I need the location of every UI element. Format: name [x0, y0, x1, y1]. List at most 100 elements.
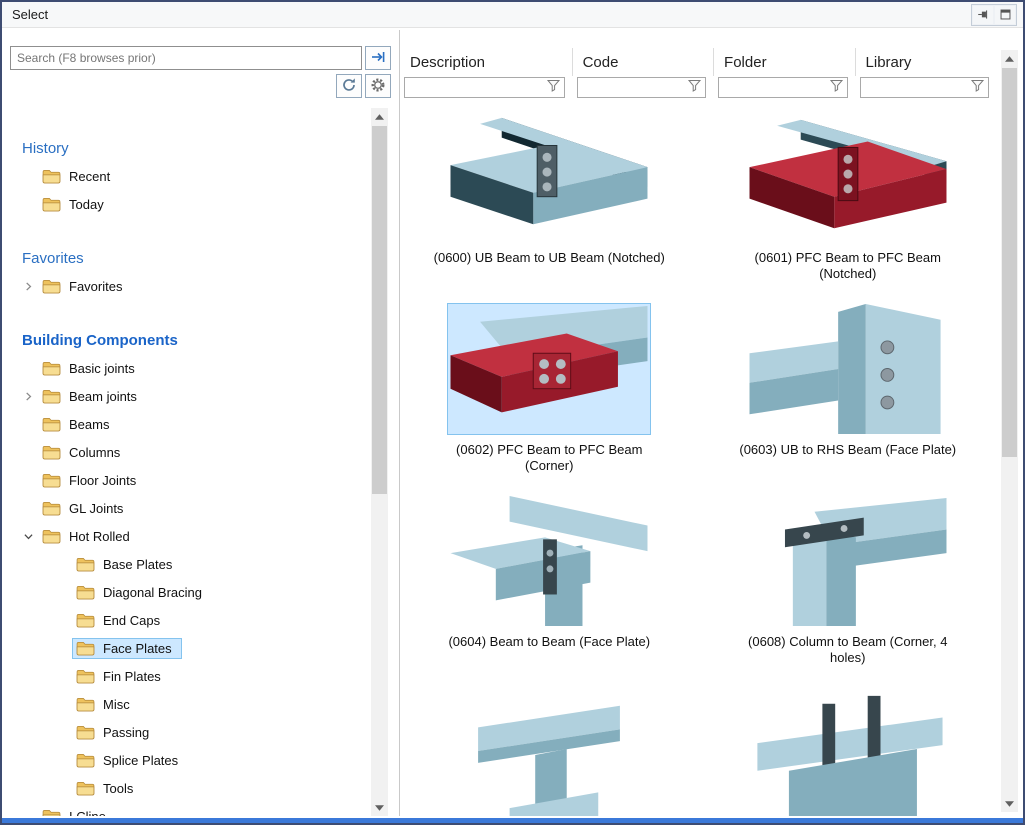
- component-item-0601[interactable]: (0601) PFC Beam to PFC Beam (Notched): [699, 112, 998, 282]
- scroll-down-icon[interactable]: [371, 799, 388, 816]
- dock-icon[interactable]: [995, 6, 1015, 24]
- folder-icon: [42, 417, 61, 432]
- tree-area: HistoryRecentTodayFavoritesFavoritesBuil…: [10, 104, 391, 816]
- tree-item-diagonal-bracing[interactable]: Diagonal Bracing: [10, 578, 363, 606]
- tree-item-fin-plates[interactable]: Fin Plates: [10, 662, 363, 690]
- component-thumbnail: [448, 112, 650, 242]
- filter-input-code[interactable]: [577, 77, 706, 98]
- tree-item-beam-joints[interactable]: Beam joints: [10, 382, 363, 410]
- tree-item-label: Recent: [69, 169, 110, 184]
- tree-item-label: Passing: [103, 725, 149, 740]
- tree-item-label: Misc: [103, 697, 130, 712]
- tree-item-misc[interactable]: Misc: [10, 690, 363, 718]
- filter-funnel-icon[interactable]: [829, 78, 844, 98]
- tree-item-base-plates[interactable]: Base Plates: [10, 550, 363, 578]
- filter-input-description[interactable]: [404, 77, 565, 98]
- filter-funnel-icon[interactable]: [546, 78, 561, 98]
- tree-item-label: Face Plates: [103, 641, 172, 656]
- grid-area: (0600) UB Beam to UB Beam (Notched) (0601…: [400, 100, 1021, 816]
- tree-item-floor-joints[interactable]: Floor Joints: [10, 466, 363, 494]
- tree-item-face-plates[interactable]: Face Plates: [10, 634, 363, 662]
- tree-item-label: Diagonal Bracing: [103, 585, 202, 600]
- filter-input-library[interactable]: [860, 77, 989, 98]
- chevron-right-icon[interactable]: [18, 390, 38, 402]
- filter-input-folder[interactable]: [718, 77, 847, 98]
- tree-item-columns[interactable]: Columns: [10, 438, 363, 466]
- settings-button[interactable]: [365, 74, 391, 98]
- component-caption: (0601) PFC Beam to PFC Beam (Notched): [730, 250, 965, 282]
- chevron-spacer: [18, 502, 38, 514]
- refresh-button[interactable]: [336, 74, 362, 98]
- chevron-spacer: [52, 586, 72, 598]
- tree-item-inner: Diagonal Bracing: [72, 582, 212, 603]
- chevron-right-icon[interactable]: [18, 280, 38, 292]
- folder-tree: HistoryRecentTodayFavoritesFavoritesBuil…: [10, 104, 363, 816]
- tree-scrollbar[interactable]: [371, 108, 388, 816]
- scroll-up-icon[interactable]: [371, 108, 388, 125]
- folder-icon: [76, 613, 95, 628]
- tree-item-inner: Splice Plates: [72, 750, 188, 771]
- tree-item-splice-plates[interactable]: Splice Plates: [10, 746, 363, 774]
- folder-icon: [76, 585, 95, 600]
- chevron-spacer: [52, 754, 72, 766]
- scroll-up-icon[interactable]: [1001, 50, 1018, 67]
- tree-item-recent[interactable]: Recent: [10, 162, 363, 190]
- tree-item-gl-joints[interactable]: GL Joints: [10, 494, 363, 522]
- column-headers: DescriptionCodeFolderLibrary: [400, 48, 1021, 76]
- tree-item-tools[interactable]: Tools: [10, 774, 363, 802]
- tree-item-label: Today: [69, 197, 104, 212]
- column-header-library[interactable]: Library: [856, 48, 997, 76]
- tree-item-passing[interactable]: Passing: [10, 718, 363, 746]
- titlebar-buttons: [971, 4, 1017, 26]
- chevron-spacer: [18, 810, 38, 816]
- filter-funnel-icon[interactable]: [970, 78, 985, 98]
- component-item-0600[interactable]: (0600) UB Beam to UB Beam (Notched): [400, 112, 699, 282]
- chevron-spacer: [18, 474, 38, 486]
- folder-icon: [42, 445, 61, 460]
- component-caption: (0602) PFC Beam to PFC Beam (Corner): [432, 442, 667, 474]
- search-go-button[interactable]: [365, 46, 391, 70]
- folder-icon: [76, 781, 95, 796]
- tree-item-i-cline[interactable]: I Cline: [10, 802, 363, 816]
- search-row: [10, 46, 391, 70]
- component-item-partial-b[interactable]: [699, 688, 998, 816]
- tree-item-basic-joints[interactable]: Basic joints: [10, 354, 363, 382]
- tree-item-inner: Floor Joints: [38, 470, 146, 491]
- column-header-folder[interactable]: Folder: [714, 48, 855, 76]
- component-item-0602[interactable]: (0602) PFC Beam to PFC Beam (Corner): [400, 304, 699, 474]
- grid-scrollbar[interactable]: [1001, 50, 1018, 812]
- tree-item-favorites[interactable]: Favorites: [10, 272, 363, 300]
- select-panel: Select HistoryRecentTodayFavor: [0, 0, 1025, 825]
- chevron-spacer: [18, 198, 38, 210]
- tree-item-beams[interactable]: Beams: [10, 410, 363, 438]
- tree-item-today[interactable]: Today: [10, 190, 363, 218]
- column-header-code[interactable]: Code: [573, 48, 714, 76]
- tree-item-label: Floor Joints: [69, 473, 136, 488]
- tree-item-hot-rolled[interactable]: Hot Rolled: [10, 522, 363, 550]
- tree-item-label: Basic joints: [69, 361, 135, 376]
- filter-funnel-icon[interactable]: [687, 78, 702, 98]
- folder-icon: [42, 389, 61, 404]
- column-header-description[interactable]: Description: [400, 48, 573, 76]
- arrow-right-icon: [370, 49, 386, 68]
- chevron-spacer: [52, 726, 72, 738]
- component-item-0603[interactable]: (0603) UB to RHS Beam (Face Plate): [699, 304, 998, 474]
- tree-item-inner: Beam joints: [38, 386, 147, 407]
- tree-item-label: Fin Plates: [103, 669, 161, 684]
- tree-scrollbar-thumb[interactable]: [372, 126, 387, 494]
- scroll-down-icon[interactable]: [1001, 795, 1018, 812]
- tree-item-inner: I Cline: [38, 806, 116, 817]
- search-input[interactable]: [10, 46, 362, 70]
- component-item-0608[interactable]: (0608) Column to Beam (Corner, 4 holes): [699, 496, 998, 666]
- tree-item-end-caps[interactable]: End Caps: [10, 606, 363, 634]
- component-item-0604[interactable]: (0604) Beam to Beam (Face Plate): [400, 496, 699, 666]
- grid-scrollbar-thumb[interactable]: [1002, 68, 1017, 457]
- component-caption: (0604) Beam to Beam (Face Plate): [448, 634, 650, 650]
- tree-item-label: Columns: [69, 445, 120, 460]
- pin-icon[interactable]: [973, 6, 993, 24]
- filter-row: [400, 76, 1021, 100]
- tree-item-label: End Caps: [103, 613, 160, 628]
- component-item-partial-a[interactable]: [400, 688, 699, 816]
- chevron-spacer: [18, 446, 38, 458]
- chevron-down-icon[interactable]: [18, 530, 38, 542]
